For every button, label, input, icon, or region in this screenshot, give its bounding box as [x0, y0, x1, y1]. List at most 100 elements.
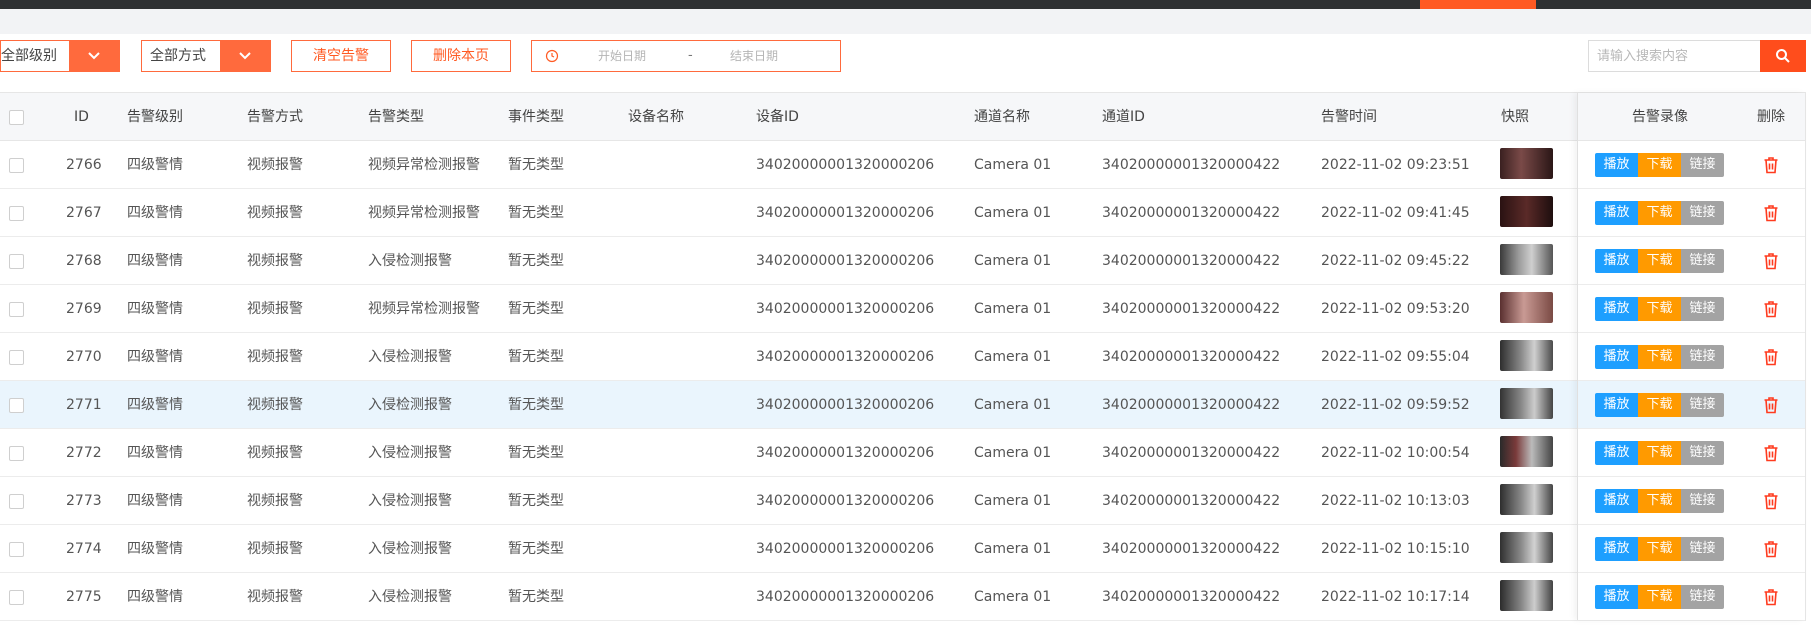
row-checkbox[interactable] — [9, 398, 24, 413]
cell-channel-id: 34020000001320000422 — [1102, 493, 1281, 509]
cell-id: 2766 — [66, 157, 102, 173]
table-row[interactable]: 2766 四级警情 视频报警 视频异常检测报警 暂无类型 3402000000132000… — [0, 141, 1805, 189]
cell-id: 2775 — [66, 589, 102, 605]
header-level: 告警级别 — [127, 109, 183, 125]
snapshot-thumbnail[interactable] — [1500, 340, 1553, 371]
table-row[interactable]: 2771 四级警情 视频报警 入侵检测报警 暂无类型 340200000013200002… — [0, 381, 1805, 429]
row-checkbox[interactable] — [9, 446, 24, 461]
cell-channel-name: Camera 01 — [974, 445, 1052, 461]
cell-alarm-time: 2022-11-02 10:00:54 — [1321, 445, 1470, 461]
search-button[interactable] — [1760, 40, 1806, 72]
table-row[interactable]: 2774 四级警情 视频报警 入侵检测报警 暂无类型 340200000013200002… — [0, 525, 1805, 573]
alarm-table: ID 告警级别 告警方式 告警类型 事件类型 设备名称 设备ID 通道名称 通道… — [0, 92, 1806, 621]
cell-event-type: 暂无类型 — [508, 205, 564, 221]
cell-alarm-time: 2022-11-02 10:17:14 — [1321, 589, 1470, 605]
chevron-down-icon[interactable] — [220, 41, 270, 71]
delete-page-button[interactable]: 删除本页 — [411, 40, 511, 72]
cell-level: 四级警情 — [127, 349, 183, 365]
end-date-placeholder[interactable]: 结束日期 — [730, 41, 778, 71]
header-device-id: 设备ID — [756, 109, 799, 125]
cell-channel-id: 34020000001320000422 — [1102, 205, 1281, 221]
snapshot-thumbnail[interactable] — [1500, 292, 1553, 323]
method-select[interactable]: 全部方式 — [141, 40, 271, 72]
cell-alarm-type: 视频异常检测报警 — [368, 157, 480, 173]
table-row[interactable]: 2769 四级警情 视频报警 视频异常检测报警 暂无类型 3402000000132000… — [0, 285, 1805, 333]
cell-level: 四级警情 — [127, 445, 183, 461]
header-snapshot: 快照 — [1501, 109, 1529, 125]
search-icon — [1776, 49, 1790, 63]
row-checkbox[interactable] — [9, 350, 24, 365]
snapshot-thumbnail[interactable] — [1500, 388, 1553, 419]
cell-id: 2773 — [66, 493, 102, 509]
cell-event-type: 暂无类型 — [508, 253, 564, 269]
row-checkbox[interactable] — [9, 206, 24, 221]
cell-method: 视频报警 — [247, 397, 303, 413]
table-row[interactable]: 2773 四级警情 视频报警 入侵检测报警 暂无类型 340200000013200002… — [0, 477, 1805, 525]
cell-channel-name: Camera 01 — [974, 205, 1052, 221]
cell-id: 2772 — [66, 445, 102, 461]
clock-icon — [545, 49, 559, 63]
cell-alarm-time: 2022-11-02 10:13:03 — [1321, 493, 1470, 509]
cell-alarm-type: 视频异常检测报警 — [368, 205, 480, 221]
table-row[interactable]: 2767 四级警情 视频报警 视频异常检测报警 暂无类型 3402000000132000… — [0, 189, 1805, 237]
cell-alarm-time: 2022-11-02 09:55:04 — [1321, 349, 1470, 365]
date-range-picker[interactable]: 开始日期 - 结束日期 — [531, 40, 841, 72]
cell-device-id: 34020000001320000206 — [756, 493, 935, 509]
fixed-actions-column — [1577, 93, 1805, 620]
snapshot-thumbnail[interactable] — [1500, 532, 1553, 563]
cell-device-id: 34020000001320000206 — [756, 589, 935, 605]
cell-event-type: 暂无类型 — [508, 445, 564, 461]
select-all-checkbox[interactable] — [9, 110, 24, 125]
cell-event-type: 暂无类型 — [508, 541, 564, 557]
row-checkbox[interactable] — [9, 590, 24, 605]
cell-level: 四级警情 — [127, 397, 183, 413]
cell-channel-name: Camera 01 — [974, 589, 1052, 605]
cell-method: 视频报警 — [247, 157, 303, 173]
cell-id: 2768 — [66, 253, 102, 269]
cell-alarm-type: 视频异常检测报警 — [368, 301, 480, 317]
cell-id: 2771 — [66, 397, 102, 413]
row-checkbox[interactable] — [9, 254, 24, 269]
row-checkbox[interactable] — [9, 158, 24, 173]
cell-channel-name: Camera 01 — [974, 541, 1052, 557]
date-separator: - — [688, 48, 693, 63]
start-date-placeholder[interactable]: 开始日期 — [598, 41, 646, 71]
table-header: ID 告警级别 告警方式 告警类型 事件类型 设备名称 设备ID 通道名称 通道… — [0, 93, 1805, 141]
chevron-down-icon[interactable] — [69, 41, 119, 71]
cell-method: 视频报警 — [247, 589, 303, 605]
cell-event-type: 暂无类型 — [508, 349, 564, 365]
cell-id: 2770 — [66, 349, 102, 365]
cell-alarm-time: 2022-11-02 09:41:45 — [1321, 205, 1470, 221]
row-checkbox[interactable] — [9, 494, 24, 509]
snapshot-thumbnail[interactable] — [1500, 484, 1553, 515]
cell-device-id: 34020000001320000206 — [756, 253, 935, 269]
snapshot-thumbnail[interactable] — [1500, 580, 1553, 611]
cell-channel-name: Camera 01 — [974, 301, 1052, 317]
cell-alarm-type: 入侵检测报警 — [368, 397, 452, 413]
clear-alarms-button[interactable]: 清空告警 — [291, 40, 391, 72]
cell-alarm-time: 2022-11-02 09:59:52 — [1321, 397, 1470, 413]
snapshot-thumbnail[interactable] — [1500, 148, 1553, 179]
cell-alarm-type: 入侵检测报警 — [368, 253, 452, 269]
row-checkbox[interactable] — [9, 302, 24, 317]
table-row[interactable]: 2770 四级警情 视频报警 入侵检测报警 暂无类型 340200000013200002… — [0, 333, 1805, 381]
snapshot-thumbnail[interactable] — [1500, 196, 1553, 227]
row-checkbox[interactable] — [9, 542, 24, 557]
snapshot-thumbnail[interactable] — [1500, 244, 1553, 275]
cell-channel-id: 34020000001320000422 — [1102, 397, 1281, 413]
table-row[interactable]: 2772 四级警情 视频报警 入侵检测报警 暂无类型 340200000013200002… — [0, 429, 1805, 477]
level-select[interactable]: 全部级别 — [0, 40, 120, 72]
cell-method: 视频报警 — [247, 301, 303, 317]
snapshot-thumbnail[interactable] — [1500, 436, 1553, 467]
header-method: 告警方式 — [247, 109, 303, 125]
table-row[interactable]: 2768 四级警情 视频报警 入侵检测报警 暂无类型 340200000013200002… — [0, 237, 1805, 285]
level-select-value: 全部级别 — [1, 48, 57, 64]
table-row[interactable]: 2775 四级警情 视频报警 入侵检测报警 暂无类型 340200000013200002… — [0, 573, 1805, 621]
cell-level: 四级警情 — [127, 301, 183, 317]
header-alarm-type: 告警类型 — [368, 109, 424, 125]
header-channel-name: 通道名称 — [974, 109, 1030, 125]
cell-alarm-type: 入侵检测报警 — [368, 589, 452, 605]
cell-channel-id: 34020000001320000422 — [1102, 445, 1281, 461]
search-input[interactable] — [1588, 40, 1760, 72]
cell-channel-id: 34020000001320000422 — [1102, 541, 1281, 557]
